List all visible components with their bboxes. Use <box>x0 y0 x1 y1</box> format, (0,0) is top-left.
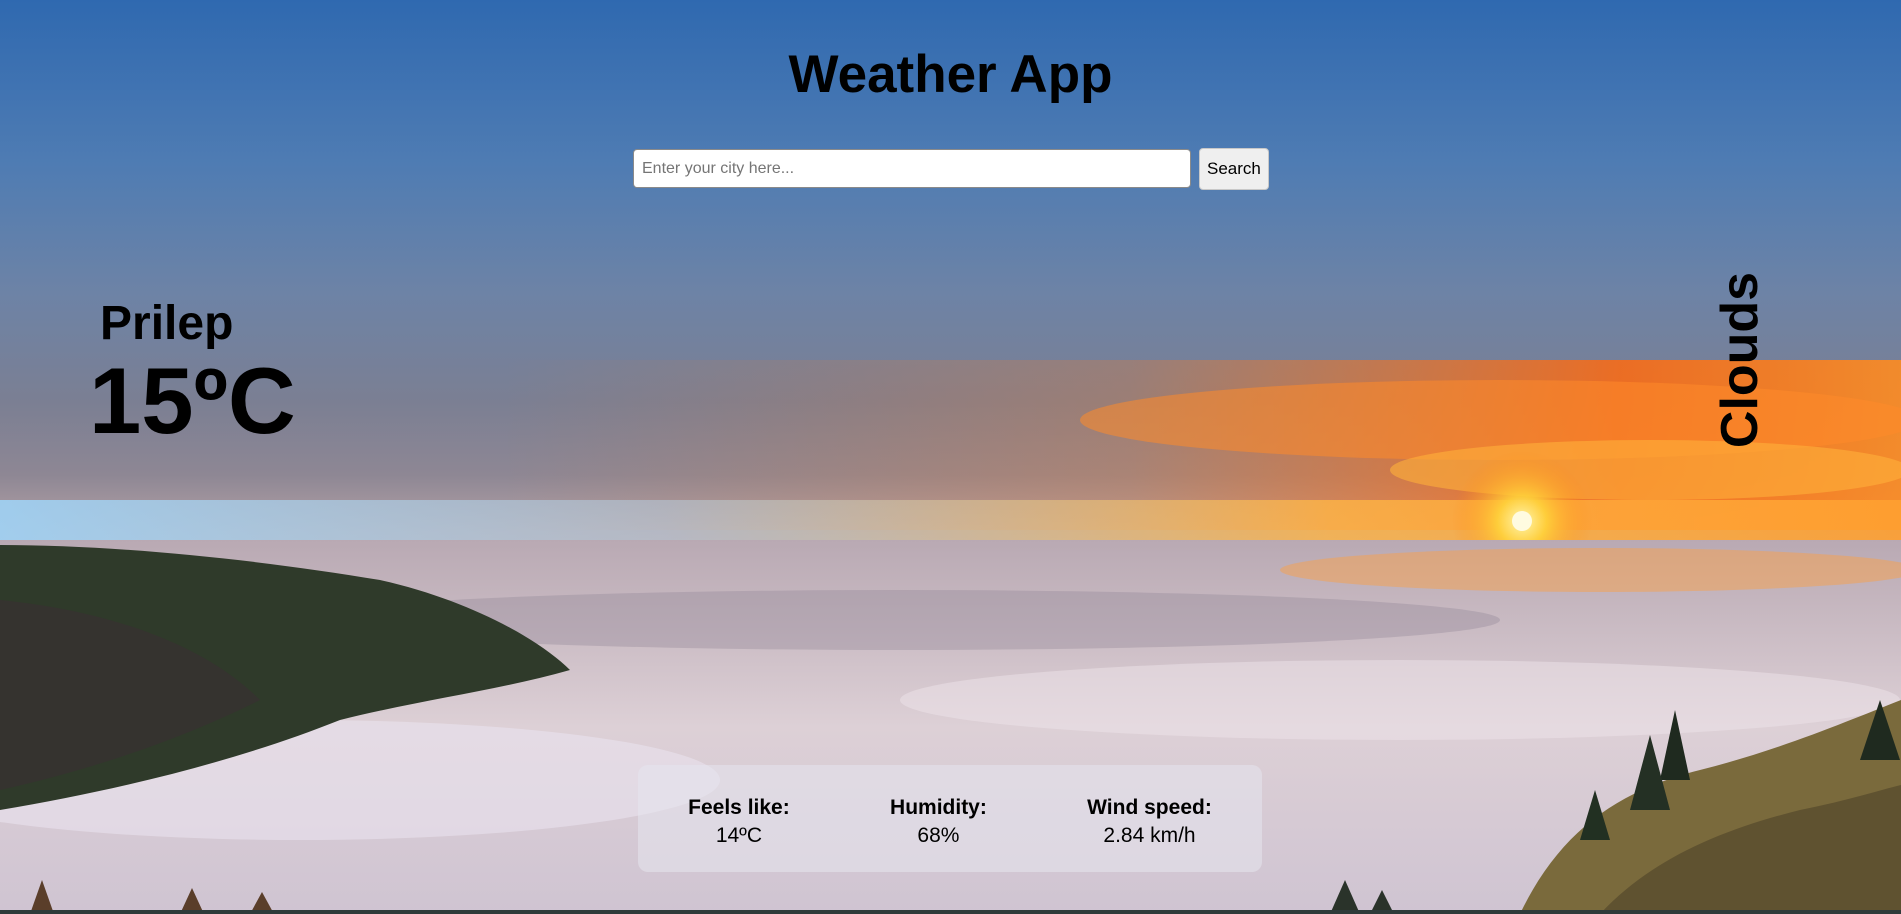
temperature: 15ºC <box>89 348 296 453</box>
wind-speed-label: Wind speed: <box>1087 796 1212 819</box>
search-bar: Search <box>633 148 1269 190</box>
search-input[interactable] <box>633 149 1191 188</box>
search-button[interactable]: Search <box>1199 148 1269 190</box>
feels-like: Feels like: 14ºC <box>688 796 790 848</box>
city-name: Prilep <box>100 297 234 350</box>
humidity-label: Humidity: <box>890 796 987 819</box>
weather-condition-label: Clouds <box>1711 271 1769 449</box>
humidity: Humidity: 68% <box>890 796 987 848</box>
details-panel: Feels like: 14ºC Humidity: 68% Wind spee… <box>638 765 1262 872</box>
humidity-value: 68% <box>917 824 960 847</box>
wind-speed: Wind speed: 2.84 km/h <box>1087 796 1212 848</box>
bottom-edge <box>0 910 1901 914</box>
feels-like-value: 14ºC <box>715 824 763 847</box>
wind-speed-value: 2.84 km/h <box>1103 824 1196 847</box>
feels-like-label: Feels like: <box>688 796 790 819</box>
weather-condition: Clouds <box>1700 265 1780 455</box>
page-title: Weather App <box>788 45 1113 104</box>
